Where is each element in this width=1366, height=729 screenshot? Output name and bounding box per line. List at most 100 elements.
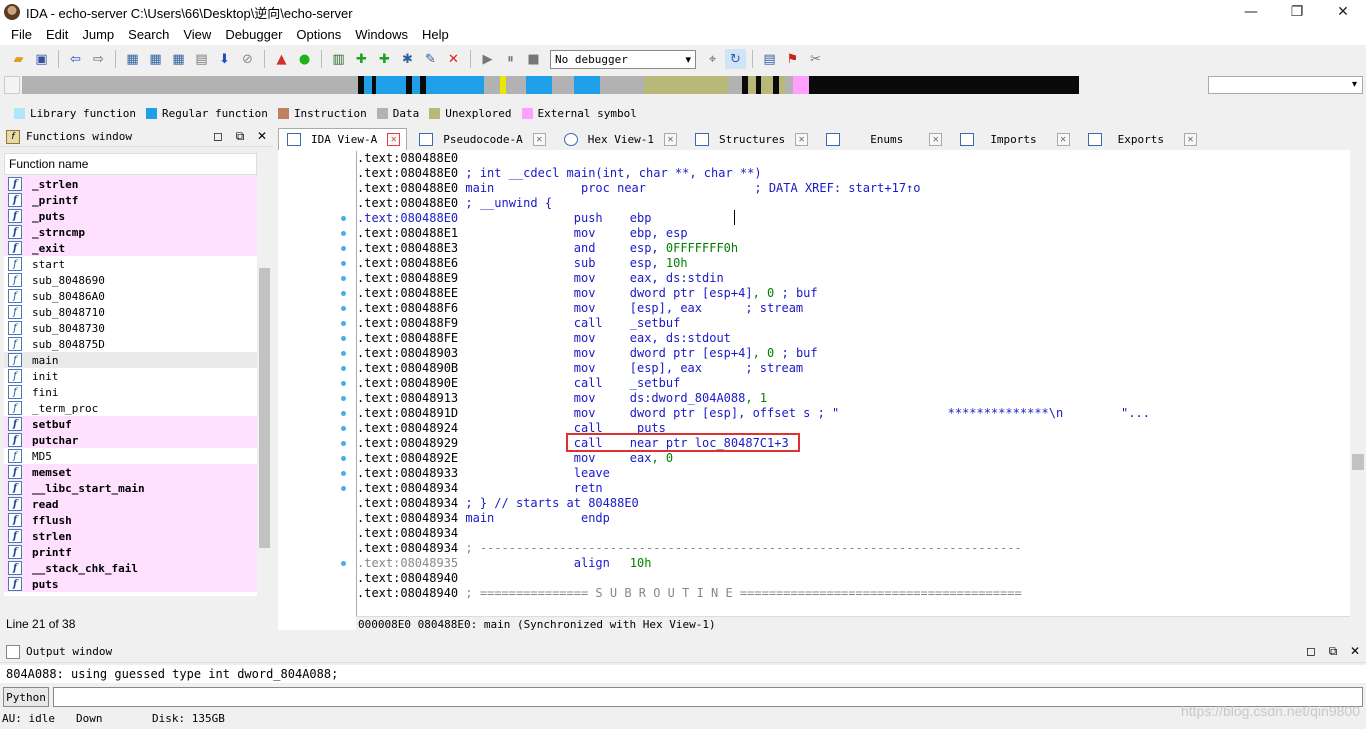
edit-icon[interactable]: ✎ [420, 49, 441, 69]
function-row[interactable]: f sub_8048690 [4, 272, 257, 288]
disasm-line[interactable]: .text:080488F6 mov [esp], eax ; stream [357, 301, 1346, 316]
tab-ida-view-a[interactable]: IDA View-A ✕ [278, 128, 408, 150]
disasm-line[interactable]: .text:0804891D mov dword ptr [esp], offse… [357, 406, 1346, 421]
breakpoint-dot[interactable] [341, 486, 346, 491]
disasm-line[interactable]: .text:0804892E mov eax, 0 [357, 451, 1346, 466]
function-row[interactable]: f setbuf [4, 416, 257, 432]
bookmark-icon[interactable]: ▤ [759, 49, 780, 69]
green-circle-icon[interactable]: ● [294, 49, 315, 69]
menu-debugger[interactable]: Debugger [218, 27, 289, 42]
breakpoint-dot[interactable] [341, 561, 346, 566]
tab-close-icon[interactable]: ✕ [1056, 132, 1070, 146]
flag-icon[interactable]: ⚑ [782, 49, 803, 69]
tab-structures[interactable]: Structures ✕ [686, 128, 815, 150]
close-button[interactable]: ✕ [1320, 0, 1366, 24]
navband-segment[interactable] [552, 76, 574, 94]
disasm-line[interactable]: .text:08048934 ; -----------------------… [357, 541, 1346, 556]
navband-left-arrow[interactable] [4, 76, 20, 94]
tab-close-icon[interactable]: ✕ [532, 132, 546, 146]
disasm-line[interactable]: .text:080488E0 [357, 151, 1346, 166]
function-row[interactable]: f puts [4, 576, 257, 592]
disasm-line[interactable]: .text:08048940 [357, 571, 1346, 586]
breakpoint-dot[interactable] [341, 396, 346, 401]
disassembly-listing[interactable]: .text:080488E0 .text:080488E0 ; int __cde… [356, 151, 1346, 616]
tab-close-icon[interactable]: ✕ [929, 132, 943, 146]
function-row[interactable]: f start [4, 256, 257, 272]
disasm-line[interactable]: .text:080488E6 sub esp, 10h [357, 256, 1346, 271]
add-enum-icon[interactable]: ✚ [374, 49, 395, 69]
tab-close-icon[interactable]: ✕ [663, 132, 677, 146]
breakpoint-dot[interactable] [341, 411, 346, 416]
disasm-line[interactable]: .text:08048934 retn [357, 481, 1346, 496]
breakpoint-dot[interactable] [341, 471, 346, 476]
function-row[interactable]: f strlen [4, 528, 257, 544]
pane-float-button[interactable]: ⧉ [1322, 644, 1344, 659]
navband-segment[interactable] [22, 76, 358, 94]
function-row[interactable]: f putchar [4, 432, 257, 448]
function-row[interactable]: f _term_proc [4, 400, 257, 416]
graph-warn-icon[interactable]: ▲ [271, 49, 292, 69]
disasm-line[interactable]: .text:0804890B mov [esp], eax ; stream [357, 361, 1346, 376]
jump-down-icon[interactable]: ⬇ [214, 49, 235, 69]
tab-close-icon[interactable]: ✕ [795, 132, 809, 146]
functions-vertical-scrollbar[interactable] [257, 153, 272, 596]
breakpoint-dot[interactable] [341, 351, 346, 356]
navband-segment[interactable] [728, 76, 742, 94]
struct-icon[interactable]: ✱ [397, 49, 418, 69]
disasm-line[interactable]: .text:0804890E call _setbuf [357, 376, 1346, 391]
disasm-line[interactable]: .text:08048940 ; =============== S U B R… [357, 586, 1346, 601]
menu-options[interactable]: Options [289, 27, 348, 42]
breakpoint-dot[interactable] [341, 246, 346, 251]
scrollbar-thumb[interactable] [259, 268, 270, 548]
function-row[interactable]: f read [4, 496, 257, 512]
navband-segment[interactable] [364, 76, 372, 94]
breakpoint-dot[interactable] [341, 456, 346, 461]
disasm-line[interactable]: .text:080488E1 mov ebp, esp [357, 226, 1346, 241]
play-icon[interactable]: ▶ [477, 49, 498, 69]
refresh-icon[interactable]: ↻ [725, 49, 746, 69]
breakpoint-dot[interactable] [341, 366, 346, 371]
pause-icon[interactable]: ⏸ [500, 49, 521, 69]
disasm-line[interactable]: .text:080488E0 ; int __cdecl main(int, c… [357, 166, 1346, 181]
minimize-button[interactable]: — [1228, 0, 1274, 24]
disasm-line[interactable]: .text:080488E0 push ebp [357, 211, 1346, 226]
python-button[interactable]: Python [3, 687, 49, 707]
tab-hex-view-1[interactable]: Hex View-1 ✕ [555, 128, 683, 150]
breakpoint-dot[interactable] [341, 321, 346, 326]
disasm-line[interactable]: .text:08048913 mov ds:dword_804A088, 1 [357, 391, 1346, 406]
disasm-line[interactable]: .text:080488E0 ; __unwind { [357, 196, 1346, 211]
function-row[interactable]: f _exit [4, 240, 257, 256]
function-row[interactable]: f sub_8048730 [4, 320, 257, 336]
disasm-line[interactable]: .text:08048903 mov dword ptr [esp+4], 0 ;… [357, 346, 1346, 361]
navband-segment[interactable] [785, 76, 793, 94]
navband-segment[interactable] [761, 76, 773, 94]
pane-close-button[interactable]: ✕ [251, 129, 273, 144]
debugger-select[interactable]: No debugger ▾ [550, 49, 696, 69]
breakpoint-dot[interactable] [341, 381, 346, 386]
navband-segment[interactable] [376, 76, 406, 94]
disasm-line[interactable]: .text:080488F9 call _setbuf [357, 316, 1346, 331]
add-icon[interactable]: ✚ [351, 49, 372, 69]
function-row[interactable]: f MD5 [4, 448, 257, 464]
pane-float-button[interactable]: ⧉ [229, 129, 251, 144]
function-row[interactable]: f printf [4, 544, 257, 560]
tab-close-icon[interactable]: ✕ [387, 133, 401, 146]
function-row[interactable]: f _printf [4, 192, 257, 208]
breakpoint-dot[interactable] [341, 426, 346, 431]
disassembly-vertical-scrollbar[interactable] [1350, 150, 1366, 633]
pane-minimize-button[interactable]: ◻ [207, 129, 229, 144]
menu-jump[interactable]: Jump [75, 27, 121, 42]
function-row[interactable]: f _strncmp [4, 224, 257, 240]
navband-segment[interactable] [506, 76, 526, 94]
tab-enums[interactable]: Enums ✕ [818, 128, 949, 150]
menu-file[interactable]: File [4, 27, 39, 42]
trace-icon[interactable]: ⌖ [702, 49, 723, 69]
scrollbar-thumb[interactable] [1352, 454, 1364, 470]
function-row[interactable]: f fini [4, 384, 257, 400]
breakpoint-dot[interactable] [341, 216, 346, 221]
back-icon[interactable]: ⇦ [65, 49, 86, 69]
hex-icon[interactable]: ▦ [145, 49, 166, 69]
breakpoint-dot[interactable] [341, 231, 346, 236]
tools-icon[interactable]: ✂ [805, 49, 826, 69]
function-row[interactable]: f memset [4, 464, 257, 480]
